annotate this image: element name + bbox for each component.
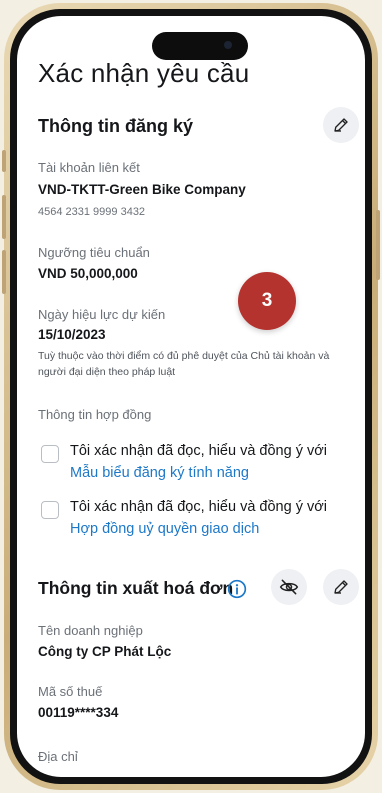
app-screen: Xác nhận yêu cầu Thông tin đăng ký Tài k…	[17, 16, 365, 777]
company-name-value: Công ty CP Phát Lộc	[38, 644, 172, 659]
tax-code-label: Mã số thuế	[38, 684, 103, 699]
linked-account-number: 4564 2331 9999 3432	[38, 206, 146, 218]
contract-section-title: Thông tin hợp đồng	[38, 407, 152, 422]
contract-consent-text-1: Tôi xác nhận đã đọc, hiểu và đồng ý với	[70, 443, 327, 459]
linked-account-name: VND-TKTT-Green Bike Company	[38, 182, 246, 197]
edit-registration-button[interactable]	[323, 107, 359, 143]
linked-account-label: Tài khoản liên kết	[38, 160, 140, 175]
address-label: Địa chỉ	[38, 749, 78, 764]
side-button	[2, 195, 6, 239]
contract-checkbox-1[interactable]	[41, 445, 59, 463]
pencil-icon	[334, 118, 348, 132]
side-button	[376, 210, 380, 280]
tax-code-value: 00119****334	[38, 705, 119, 720]
page-title: Xác nhận yêu cầu	[38, 58, 250, 88]
dynamic-island	[152, 32, 248, 60]
pencil-icon	[334, 580, 348, 594]
effective-date-label: Ngày hiệu lực dự kiến	[38, 307, 166, 322]
side-button	[2, 150, 6, 172]
hide-invoice-button[interactable]	[271, 569, 307, 605]
info-icon[interactable]	[227, 579, 247, 599]
effective-date-value: 15/10/2023	[38, 327, 106, 342]
registration-section-title: Thông tin đăng ký	[38, 116, 193, 136]
edit-invoice-button[interactable]	[323, 569, 359, 605]
invoice-section-title: Thông tin xuất hoá đơn	[38, 578, 234, 598]
camera-dot	[224, 41, 232, 49]
authorization-contract-link[interactable]: Hợp đồng uỷ quyền giao dịch	[70, 521, 259, 537]
threshold-value: VND 50,000,000	[38, 266, 138, 281]
step-badge: 3	[238, 272, 296, 330]
feature-registration-form-link[interactable]: Mẫu biểu đăng ký tính năng	[70, 465, 249, 481]
threshold-label: Ngưỡng tiêu chuẩn	[38, 245, 150, 260]
eye-off-icon	[279, 579, 299, 595]
company-name-label: Tên doanh nghiệp	[38, 623, 143, 638]
effective-date-note: Tuỳ thuộc vào thời điểm có đủ phê duyệt …	[38, 350, 330, 378]
side-button	[2, 250, 6, 294]
contract-consent-text-2: Tôi xác nhận đã đọc, hiểu và đồng ý với	[70, 499, 327, 515]
contract-checkbox-2[interactable]	[41, 501, 59, 519]
